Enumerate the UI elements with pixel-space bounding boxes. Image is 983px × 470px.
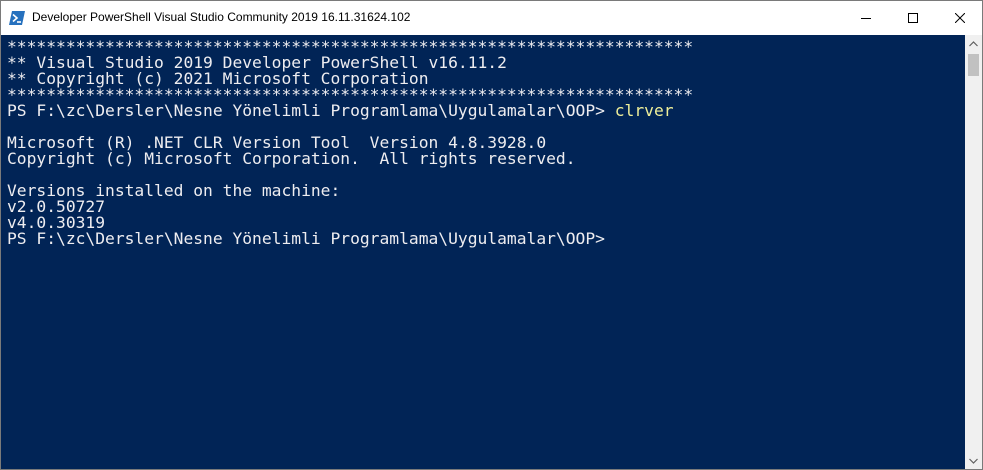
- output-line: v2.0.50727: [7, 197, 106, 216]
- scrollbar-thumb[interactable]: [968, 54, 979, 76]
- prompt-text: PS F:\zc\Dersler\Nesne Yönelimli Program…: [7, 101, 615, 120]
- powershell-icon: [9, 11, 25, 25]
- client-area: ****************************************…: [1, 35, 982, 469]
- close-button[interactable]: [937, 1, 983, 35]
- chevron-up-icon: [969, 40, 978, 46]
- command-text: clrver: [614, 101, 674, 120]
- powershell-window: Developer PowerShell Visual Studio Commu…: [0, 0, 983, 470]
- prompt-text: PS F:\zc\Dersler\Nesne Yönelimli Program…: [7, 229, 615, 248]
- maximize-icon: [908, 13, 918, 23]
- output-line: Versions installed on the machine:: [7, 181, 341, 200]
- window-title: Developer PowerShell Visual Studio Commu…: [32, 10, 411, 24]
- title-bar[interactable]: Developer PowerShell Visual Studio Commu…: [1, 1, 982, 35]
- close-icon: [955, 13, 965, 23]
- scroll-down-button[interactable]: [965, 452, 982, 469]
- maximize-button[interactable]: [890, 1, 936, 35]
- minimize-icon: [861, 18, 871, 19]
- vertical-scrollbar[interactable]: [965, 35, 982, 469]
- scroll-up-button[interactable]: [965, 35, 982, 52]
- prompt-line: PS F:\zc\Dersler\Nesne Yönelimli Program…: [7, 229, 965, 248]
- prompt-line: PS F:\zc\Dersler\Nesne Yönelimli Program…: [7, 101, 965, 120]
- chevron-down-icon: [969, 458, 978, 464]
- output-line: Copyright (c) Microsoft Corporation. All…: [7, 149, 576, 168]
- minimize-button[interactable]: [843, 1, 889, 35]
- console-output[interactable]: ****************************************…: [1, 35, 965, 469]
